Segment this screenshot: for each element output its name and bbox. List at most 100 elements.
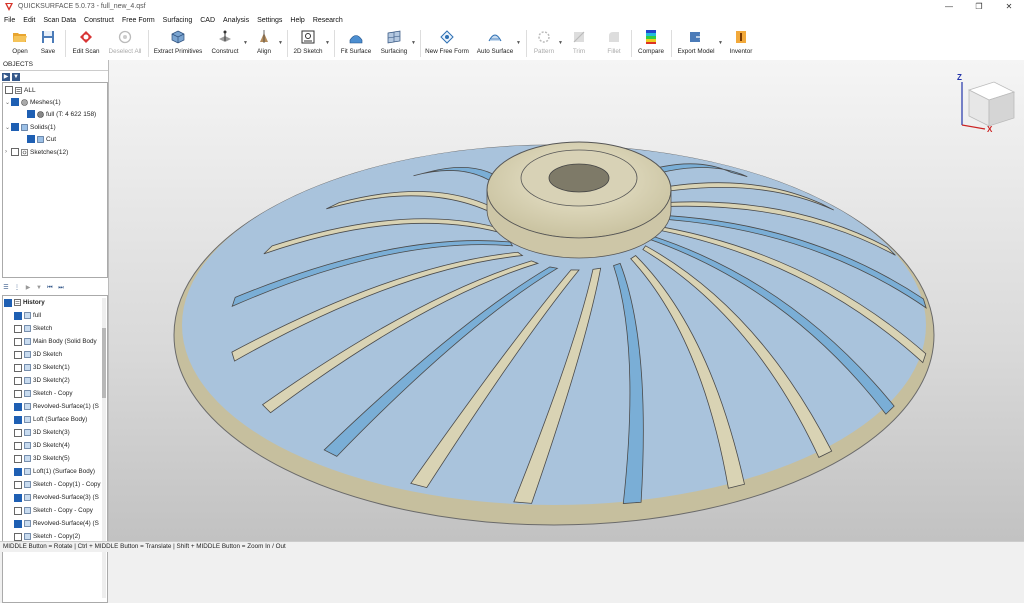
filter-icon[interactable]: ▼ — [12, 72, 20, 81]
checkbox[interactable] — [14, 480, 22, 489]
list-view-icon[interactable]: ☰ — [2, 284, 10, 292]
view-cube[interactable]: Z X — [957, 73, 1016, 134]
history-item[interactable]: Main Body (Solid Body — [14, 335, 97, 348]
checkbox[interactable] — [14, 493, 22, 502]
checkbox[interactable] — [14, 363, 22, 372]
scrollbar-thumb[interactable] — [102, 328, 106, 398]
menu-scan-data[interactable]: Scan Data — [39, 17, 80, 24]
history-item[interactable]: Sketch - Copy — [14, 387, 73, 400]
history-item[interactable]: 3D Sketch(3) — [14, 426, 70, 439]
menu-file[interactable]: File — [0, 17, 19, 24]
surfacing-button[interactable]: Surfacing — [378, 29, 410, 59]
export-dropdown-icon[interactable]: ▼ — [718, 40, 723, 46]
trim-button[interactable]: Trim — [568, 29, 590, 59]
checkbox[interactable] — [14, 467, 22, 476]
checkbox[interactable] — [11, 148, 19, 156]
checkbox[interactable] — [14, 532, 22, 541]
history-item[interactable]: 3D Sketch(1) — [14, 361, 70, 374]
play-icon[interactable]: ▶ — [2, 72, 10, 81]
checkbox[interactable] — [14, 519, 22, 528]
align-button[interactable]: Align — [252, 29, 276, 59]
history-item[interactable]: 3D Sketch(4) — [14, 439, 70, 452]
checkbox[interactable] — [5, 86, 13, 94]
deselect-all-button[interactable]: Deselect All — [106, 29, 144, 59]
history-item[interactable]: Loft(1) (Surface Body) — [14, 465, 95, 478]
inventor-button[interactable]: Inventor — [728, 29, 754, 59]
checkbox[interactable] — [14, 311, 22, 320]
tree-item-solids[interactable]: ⌄ Solids(1) — [5, 121, 56, 133]
checkbox[interactable] — [14, 337, 22, 346]
history-item[interactable]: Sketch - Copy - Copy — [14, 504, 93, 517]
auto-surface-button[interactable]: Auto Surface — [476, 29, 514, 59]
menu-surfacing[interactable]: Surfacing — [159, 17, 197, 24]
minimize-button[interactable]: — — [934, 2, 964, 11]
checkbox[interactable] — [27, 110, 35, 118]
history-header[interactable]: History — [4, 296, 45, 309]
menu-help[interactable]: Help — [286, 17, 308, 24]
history-item[interactable]: 3D Sketch(5) — [14, 452, 70, 465]
construct-button[interactable]: Construct — [208, 29, 242, 59]
history-item[interactable]: 3D Sketch(2) — [14, 374, 70, 387]
fit-surface-button[interactable]: Fit Surface — [339, 29, 373, 59]
fast-forward-icon[interactable]: ⏭ — [57, 284, 65, 292]
checkbox[interactable] — [14, 415, 22, 424]
checkbox[interactable] — [14, 324, 22, 333]
menu-free-form[interactable]: Free Form — [118, 17, 159, 24]
checkbox[interactable] — [14, 350, 22, 359]
pattern-dropdown-icon[interactable]: ▼ — [558, 40, 563, 46]
menu-analysis[interactable]: Analysis — [219, 17, 253, 24]
menu-edit[interactable]: Edit — [19, 17, 39, 24]
sketch-dropdown-icon[interactable]: ▼ — [325, 40, 330, 46]
open-button[interactable]: Open — [8, 29, 32, 59]
tree-item-solid-cut[interactable]: Cut — [27, 133, 56, 145]
impeller-model[interactable]: Z X — [109, 60, 1024, 541]
checkbox[interactable] — [11, 98, 19, 106]
surfacing-dropdown-icon[interactable]: ▼ — [411, 40, 416, 46]
history-item[interactable]: full — [14, 309, 41, 322]
tree-item-meshes[interactable]: ⌄ Meshes(1) — [5, 96, 61, 108]
edit-scan-button[interactable]: Edit Scan — [70, 29, 102, 59]
pattern-button[interactable]: Pattern — [532, 29, 556, 59]
3d-viewport[interactable]: Z X — [109, 60, 1024, 541]
history-item[interactable]: Revolved-Surface(1) (S — [14, 400, 99, 413]
align-dropdown-icon[interactable]: ▼ — [278, 40, 283, 46]
fillet-button[interactable]: Fillet — [603, 29, 625, 59]
history-item[interactable]: Revolved-Surface(4) (S — [14, 517, 99, 530]
compare-button[interactable]: Compare — [637, 29, 665, 59]
filter-icon[interactable]: ▼ — [35, 284, 43, 292]
history-item[interactable]: Revolved-Surface(3) (S — [14, 491, 99, 504]
maximize-button[interactable]: ❐ — [964, 2, 994, 11]
checkbox[interactable] — [14, 428, 22, 437]
tree-view-icon[interactable]: ⋮ — [13, 284, 21, 292]
new-free-form-button[interactable]: New Free Form — [425, 29, 469, 59]
checkbox[interactable] — [4, 298, 12, 307]
export-model-button[interactable]: Export Model — [676, 29, 716, 59]
construct-dropdown-icon[interactable]: ▼ — [243, 40, 248, 46]
tree-item-mesh-full[interactable]: full (T: 4 622 158) — [27, 108, 96, 120]
extract-primitives-button[interactable]: Extract Primitives — [154, 29, 202, 59]
tree-item-sketches[interactable]: › Sketches(12) — [5, 146, 68, 158]
history-item[interactable]: Loft (Surface Body) — [14, 413, 87, 426]
rewind-icon[interactable]: ⏮ — [46, 284, 54, 292]
auto-surface-dropdown-icon[interactable]: ▼ — [516, 40, 521, 46]
menu-research[interactable]: Research — [309, 17, 347, 24]
menu-cad[interactable]: CAD — [196, 17, 219, 24]
history-item[interactable]: Sketch — [14, 322, 52, 335]
menu-construct[interactable]: Construct — [80, 17, 118, 24]
checkbox[interactable] — [14, 454, 22, 463]
checkbox[interactable] — [11, 123, 19, 131]
checkbox[interactable] — [27, 135, 35, 143]
checkbox[interactable] — [14, 441, 22, 450]
history-scrollbar[interactable] — [102, 298, 106, 598]
checkbox[interactable] — [14, 376, 22, 385]
menu-settings[interactable]: Settings — [253, 17, 286, 24]
history-item[interactable]: 3D Sketch — [14, 348, 62, 361]
history-item[interactable]: Sketch - Copy(1) - Copy — [14, 478, 101, 491]
checkbox[interactable] — [14, 402, 22, 411]
close-button[interactable]: ✕ — [994, 2, 1024, 11]
checkbox[interactable] — [14, 506, 22, 515]
sketch-2d-button[interactable]: 2D Sketch — [292, 29, 324, 59]
checkbox[interactable] — [14, 389, 22, 398]
play-icon[interactable]: ▶ — [24, 284, 32, 292]
save-button[interactable]: Save — [36, 29, 60, 59]
